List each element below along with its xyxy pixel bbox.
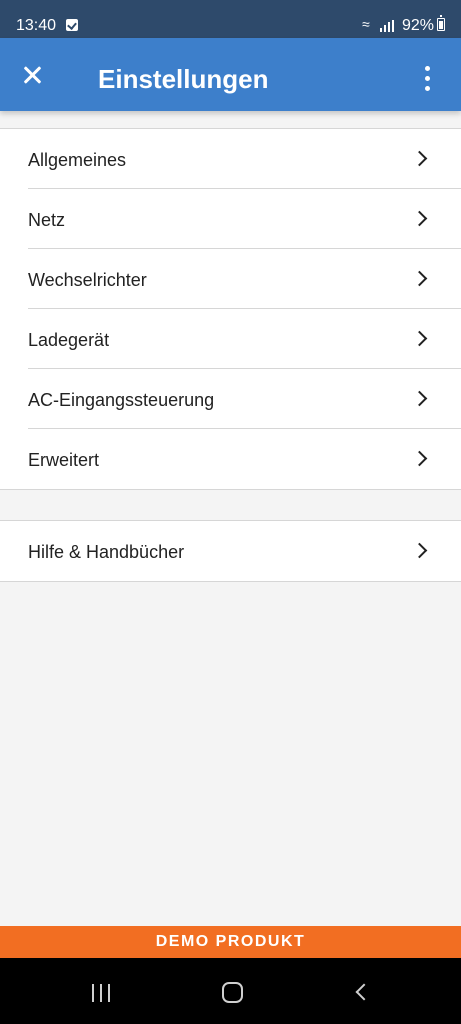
settings-item-allgemeines[interactable]: Allgemeines [0,129,461,189]
settings-item-label: Allgemeines [28,150,127,170]
settings-item-label: Wechselrichter [28,270,147,290]
battery-percentage: 92% [402,17,435,34]
chevron-right-icon [411,450,428,467]
chevron-right-icon [411,542,428,559]
settings-item-label: Erweitert [28,450,100,470]
signal-icon [380,20,396,32]
chevron-right-icon [411,270,428,287]
settings-item-ladegeraet[interactable]: Ladegerät [0,309,461,369]
settings-item-erweitert[interactable]: Erweitert [0,429,461,489]
settings-item-label: AC-Eingangssteuerung [28,390,215,410]
notification-check-icon [66,19,78,31]
page-title: Einstellungen [98,64,269,94]
settings-item-label: Netz [28,210,66,230]
settings-item-netz[interactable]: Netz [0,189,461,249]
app-bar: Einstellungen [0,38,461,111]
chevron-right-icon [411,390,428,407]
more-vert-icon[interactable] [418,66,438,92]
settings-item-wechselrichter[interactable]: Wechselrichter [0,249,461,309]
settings-item-label: Ladegerät [28,330,110,350]
close-icon[interactable] [18,62,46,90]
demo-banner: DEMO PRODUKT [0,926,461,958]
status-bar: 13:40 ≈ 92% [0,0,461,38]
settings-item-label: Hilfe & Handbücher [28,542,185,562]
wifi-icon: ≈ [362,16,370,32]
chevron-right-icon [411,330,428,347]
system-nav-bar [0,958,461,1024]
settings-list: Allgemeines Netz Wechselrichter Ladegerä… [0,128,461,490]
settings-item-ac-eingangssteuerung[interactable]: AC-Eingangssteuerung [0,369,461,429]
battery-icon [437,15,445,31]
chevron-right-icon [411,150,428,167]
help-list: Hilfe & Handbücher [0,520,461,582]
back-icon[interactable] [355,983,373,1001]
home-icon[interactable] [222,982,243,1003]
status-time: 13:40 [16,17,57,34]
chevron-right-icon [411,210,428,227]
recents-icon[interactable] [92,984,116,1002]
settings-item-hilfe-handbuecher[interactable]: Hilfe & Handbücher [0,521,461,581]
